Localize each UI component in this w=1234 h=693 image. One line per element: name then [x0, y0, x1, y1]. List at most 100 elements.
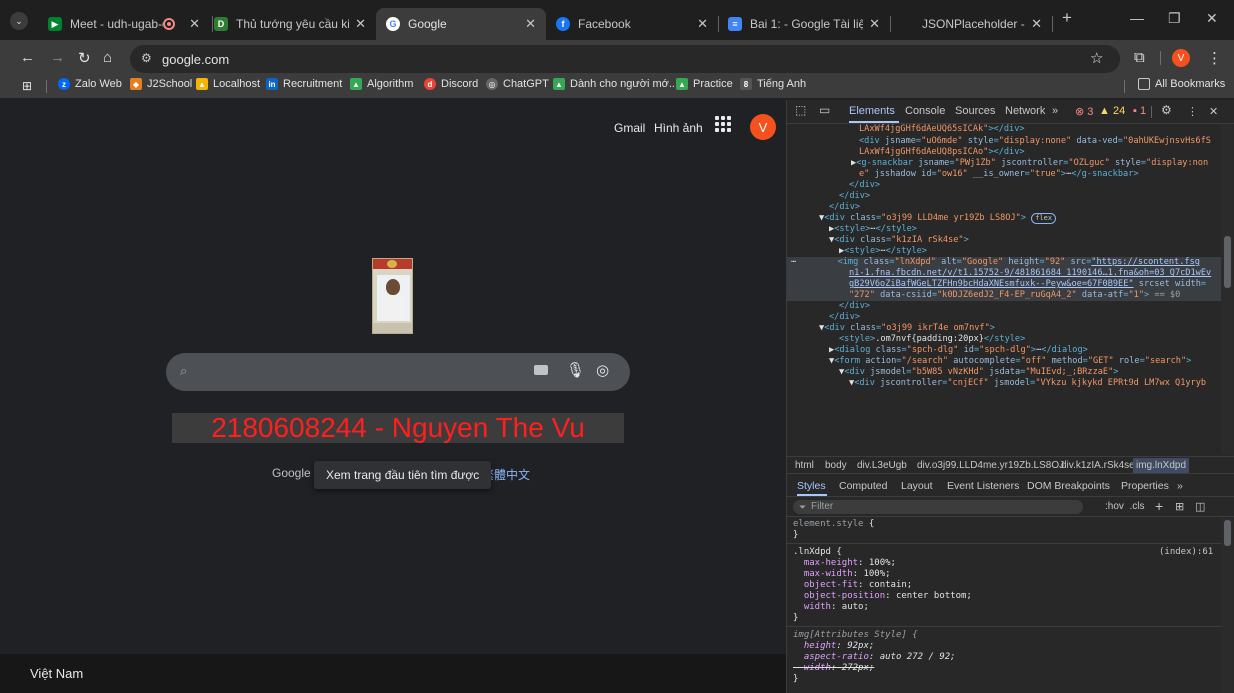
tab-console[interactable]: Console	[905, 105, 945, 117]
styles-filter-bar: ⏷ Filter :hov .cls + ⊞ ◫	[787, 497, 1234, 517]
inspect-icon[interactable]: ⬚	[795, 103, 806, 117]
bookmark-star-icon[interactable]: ☆	[1090, 49, 1103, 67]
all-bookmarks[interactable]: All Bookmarks	[1138, 78, 1225, 90]
more-tabs-icon[interactable]: »	[1177, 480, 1183, 492]
tab-news[interactable]: D Thủ tướng yêu cầu kiểm đi ✕	[204, 8, 376, 40]
tab-strip: ⌄ ▶ Meet - udh-ugab-gry ✕ D Thủ tướng yê…	[0, 0, 1234, 40]
zalo-icon: z	[58, 78, 70, 90]
keyboard-icon[interactable]	[534, 365, 548, 375]
reload-icon[interactable]: ↻	[78, 49, 91, 67]
dom-tree[interactable]: LAxWf4jgGHf6dAeUQ65sICAk"></div> <div js…	[787, 124, 1221, 454]
bookmark-chatgpt[interactable]: ◎ ChatGPT	[486, 78, 549, 90]
tab-search-button[interactable]: ⌄	[10, 12, 28, 30]
tab-title: Facebook	[578, 17, 631, 31]
google-apps-icon[interactable]	[715, 116, 731, 132]
tab-google[interactable]: G Google ✕	[376, 8, 546, 40]
discord-icon: d	[424, 78, 436, 90]
menu-icon[interactable]: ⋮	[1207, 49, 1222, 67]
restore-icon[interactable]: ❐	[1168, 10, 1181, 27]
computed-styles-icon[interactable]: ⊞	[1175, 500, 1184, 513]
bookmark-algorithm[interactable]: ▲ Algorithm	[350, 78, 413, 90]
crumb-html[interactable]: html	[795, 460, 814, 471]
settings-icon[interactable]: ⚙	[1161, 103, 1172, 117]
forward-icon[interactable]: →	[50, 49, 65, 66]
d-icon: D	[214, 17, 228, 31]
filter-input[interactable]: ⏷ Filter	[793, 500, 1083, 514]
apps-icon[interactable]: ⊞	[22, 79, 32, 93]
crumb-div-l3eugb[interactable]: div.L3eUgb	[857, 460, 907, 471]
close-devtools-icon[interactable]: ✕	[1209, 105, 1218, 118]
url-text[interactable]: google.com	[162, 52, 229, 67]
styles-tabbar: Styles Computed Layout Event Listeners D…	[787, 475, 1234, 497]
bookmark-discord[interactable]: d Discord	[424, 78, 478, 90]
close-icon[interactable]: ✕	[697, 16, 708, 32]
device-toolbar-icon[interactable]: ▭	[819, 103, 830, 117]
crumb-img-lnxdpd[interactable]: img.lnXdpd	[1133, 458, 1190, 473]
language-offer: Google c 繁體中文	[272, 466, 531, 482]
close-icon[interactable]: ✕	[189, 16, 200, 32]
tab-elements[interactable]: Elements	[849, 105, 895, 117]
search-input[interactable]: ⌕ 🎙 ◎	[166, 353, 630, 391]
account-avatar[interactable]: V	[750, 114, 776, 140]
tab-event-listeners[interactable]: Event Listeners	[947, 480, 1019, 492]
tab-layout[interactable]: Layout	[901, 480, 933, 492]
issue-count[interactable]: ▪ 1	[1133, 105, 1146, 117]
back-icon[interactable]: ←	[20, 49, 35, 66]
microphone-icon[interactable]: 🎙	[566, 361, 585, 379]
pseudo-class-toggles[interactable]: :hov .cls	[1105, 501, 1144, 512]
address-bar[interactable]: ⚙ google.com ☆	[130, 45, 1120, 73]
home-icon[interactable]: ⌂	[103, 49, 112, 66]
tab-styles[interactable]: Styles	[797, 480, 826, 492]
bookmark-danh-cho-nguoi-moi[interactable]: ▲ Dành cho người mớ...	[553, 78, 678, 90]
new-rule-icon[interactable]: +	[1155, 498, 1163, 514]
new-tab-icon[interactable]: +	[1062, 8, 1072, 28]
tab-sources[interactable]: Sources	[955, 105, 995, 117]
bookmark-zalo[interactable]: z Zalo Web	[58, 78, 122, 90]
more-tabs-icon[interactable]: »	[1052, 105, 1058, 117]
tab-facebook[interactable]: f Facebook ✕	[546, 8, 718, 40]
drive-icon: ▲	[350, 78, 362, 90]
site-info-icon[interactable]: ⚙	[141, 51, 152, 65]
close-icon[interactable]: ✕	[525, 16, 536, 32]
source-link[interactable]: (index):61	[1159, 547, 1213, 558]
crumb-div-k1zia[interactable]: div.k1zIA.rSk4se	[1061, 460, 1135, 471]
more-options-icon[interactable]: ⋮	[1187, 105, 1198, 118]
close-icon[interactable]: ✕	[355, 16, 366, 32]
tooltip: Xem trang đầu tiên tìm được	[314, 461, 492, 489]
bookmark-j2school[interactable]: ◆ J2School	[130, 78, 192, 90]
footer: Việt Nam	[0, 654, 786, 693]
linkedin-icon: in	[266, 78, 278, 90]
crumb-div-o3j99[interactable]: div.o3j99.LLD4me.yr19Zb.LS8OJ	[917, 460, 1064, 471]
error-count[interactable]: ⊗ 3	[1075, 105, 1093, 118]
gmail-link[interactable]: Gmail	[614, 121, 645, 135]
tab-title: Google	[408, 17, 447, 31]
tab-computed[interactable]: Computed	[839, 480, 887, 492]
bookmark-recruitment[interactable]: in Recruitment	[266, 78, 342, 90]
styles-scrollbar[interactable]	[1221, 518, 1233, 693]
search-icon: ⌕	[180, 363, 188, 378]
tab-meet[interactable]: ▶ Meet - udh-ugab-gry ✕	[38, 8, 210, 40]
close-window-icon[interactable]: ✕	[1206, 10, 1218, 27]
tab-docs[interactable]: ≡ Bai 1: - Google Tài liệu ✕	[718, 8, 890, 40]
styles-pane[interactable]: element.style { } .lnXdpd { (index):61 m…	[787, 518, 1221, 693]
dom-scrollbar[interactable]	[1221, 124, 1233, 454]
close-icon[interactable]: ✕	[869, 16, 880, 32]
docs-icon: ≡	[728, 17, 742, 31]
lens-icon[interactable]: ◎	[596, 361, 609, 379]
bookmark-localhost[interactable]: ▲ Localhost	[196, 78, 260, 90]
bookmark-practice[interactable]: ▲ Practice	[676, 78, 733, 90]
tab-jsonplaceholder[interactable]: JSONPlaceholder - Free Fa ✕	[890, 8, 1052, 40]
minimize-icon[interactable]: —	[1130, 10, 1144, 26]
sidebar-toggle-icon[interactable]: ◫	[1195, 500, 1205, 513]
images-link[interactable]: Hình ảnh	[654, 121, 703, 135]
bookmarks-bar: ⊞ z Zalo Web ◆ J2School ▲ Localhost in Recru…	[0, 76, 1234, 98]
bookmark-tieng-anh[interactable]: 8 Tiếng Anh	[740, 78, 806, 90]
crumb-body[interactable]: body	[825, 460, 847, 471]
tab-network[interactable]: Network	[1005, 105, 1045, 117]
tab-properties[interactable]: Properties	[1121, 480, 1169, 492]
warning-count[interactable]: ▲ 24	[1099, 105, 1125, 117]
profile-avatar[interactable]: V	[1172, 49, 1190, 67]
tab-dom-breakpoints[interactable]: DOM Breakpoints	[1027, 480, 1110, 492]
extensions-icon[interactable]: ⧉	[1134, 49, 1145, 66]
close-icon[interactable]: ✕	[1031, 16, 1042, 32]
